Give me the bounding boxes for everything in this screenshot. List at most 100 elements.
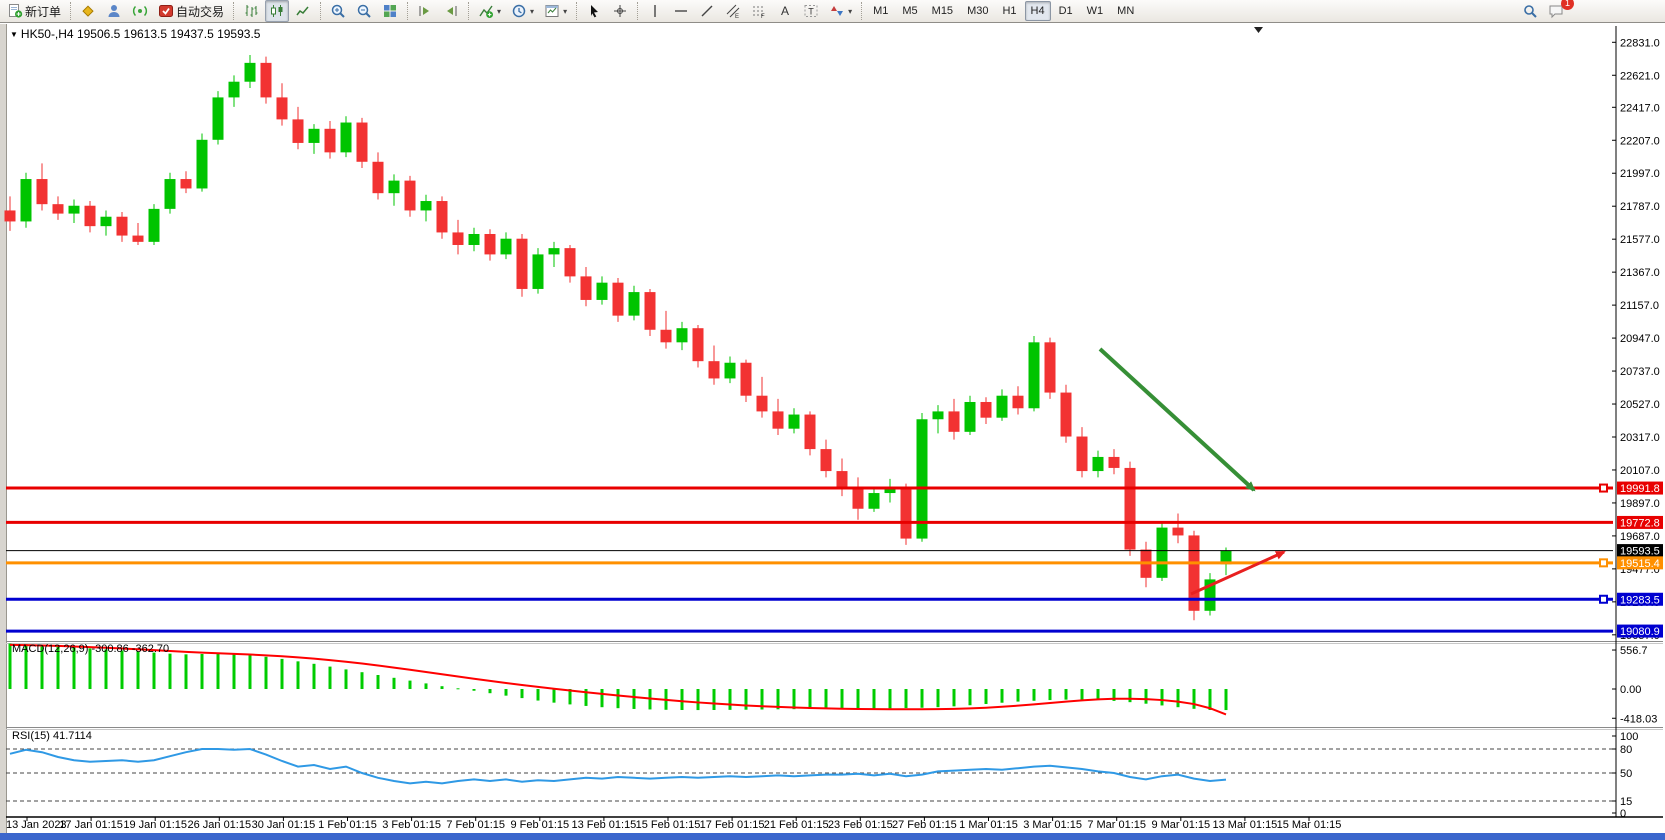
timeframe-m5-button[interactable]: M5 bbox=[896, 1, 923, 21]
templates-button[interactable]: ▾ bbox=[540, 0, 571, 22]
bar-chart-button[interactable] bbox=[239, 0, 263, 22]
candle[interactable] bbox=[517, 234, 528, 297]
line-handle[interactable] bbox=[1600, 485, 1607, 492]
timeframe-m1-button[interactable]: M1 bbox=[867, 1, 894, 21]
macd-histogram-bar bbox=[265, 657, 268, 689]
macd-histogram-bar bbox=[1177, 689, 1180, 707]
gold-diamond-icon bbox=[80, 3, 96, 19]
candle[interactable] bbox=[533, 248, 544, 294]
crosshair-button[interactable] bbox=[608, 0, 632, 22]
toolbar-separator bbox=[468, 2, 469, 20]
macd-histogram-bar bbox=[249, 655, 252, 689]
candle[interactable] bbox=[1061, 385, 1072, 443]
line-handle[interactable] bbox=[1600, 596, 1607, 603]
macd-histogram-bar bbox=[233, 654, 236, 689]
toolbar-separator bbox=[70, 2, 71, 20]
svg-text:T: T bbox=[808, 7, 814, 17]
macd-histogram-bar bbox=[473, 689, 476, 691]
macd-histogram-bar bbox=[121, 651, 124, 690]
date-tick-label: 27 Feb 01:15 bbox=[892, 819, 957, 831]
timeframe-w1-button[interactable]: W1 bbox=[1081, 1, 1110, 21]
text-label-button[interactable]: T bbox=[799, 0, 823, 22]
macd-histogram-bar bbox=[1081, 689, 1084, 700]
vertical-line-button[interactable] bbox=[643, 0, 667, 22]
trendline-button[interactable] bbox=[695, 0, 719, 22]
candle[interactable] bbox=[357, 118, 368, 168]
cursor-button[interactable] bbox=[582, 0, 606, 22]
candle[interactable] bbox=[1029, 336, 1040, 411]
vline-icon bbox=[647, 3, 663, 19]
timeframe-h1-button[interactable]: H1 bbox=[996, 1, 1022, 21]
candle[interactable] bbox=[1045, 338, 1056, 399]
fibonacci-button[interactable]: F bbox=[747, 0, 771, 22]
search-icon bbox=[1522, 3, 1538, 19]
macd-histogram-bar bbox=[345, 669, 348, 689]
candle[interactable] bbox=[21, 173, 32, 228]
date-tick-label: 23 Feb 01:15 bbox=[828, 819, 893, 831]
candle[interactable] bbox=[261, 57, 272, 104]
candle[interactable] bbox=[613, 278, 624, 322]
candle[interactable] bbox=[149, 204, 160, 245]
candle[interactable] bbox=[693, 325, 704, 367]
candle[interactable] bbox=[197, 134, 208, 192]
chevron-down-icon[interactable]: ▾ bbox=[530, 7, 534, 16]
candle[interactable] bbox=[741, 360, 752, 402]
community-button[interactable] bbox=[102, 0, 126, 22]
notification-badge: 1 bbox=[1561, 0, 1574, 10]
candle[interactable] bbox=[901, 484, 912, 545]
svg-text:19283.5: 19283.5 bbox=[1620, 594, 1660, 606]
timeframe-m30-button[interactable]: M30 bbox=[961, 1, 994, 21]
text-button[interactable]: A bbox=[773, 0, 797, 22]
macd-histogram-bar bbox=[57, 646, 60, 689]
macd-tick-label: -418.03 bbox=[1620, 713, 1657, 725]
profile-blue-icon bbox=[106, 3, 122, 19]
periods-button[interactable]: ▾ bbox=[507, 0, 538, 22]
deposit-button[interactable] bbox=[76, 0, 100, 22]
candle-chart-button[interactable] bbox=[265, 0, 289, 22]
date-tick-label: 15 Mar 01:15 bbox=[1277, 819, 1342, 831]
macd-histogram-bar bbox=[969, 689, 972, 705]
new-order-button[interactable]: 新订单 bbox=[3, 0, 65, 22]
chevron-down-icon[interactable]: ▾ bbox=[497, 7, 501, 16]
candle[interactable] bbox=[1125, 462, 1136, 556]
chart-shift-button[interactable] bbox=[439, 0, 463, 22]
timeframe-h4-button[interactable]: H4 bbox=[1025, 1, 1051, 21]
signals-button[interactable] bbox=[128, 0, 152, 22]
auto-scroll-button[interactable] bbox=[413, 0, 437, 22]
price-flag: 19080.9 bbox=[1617, 625, 1663, 639]
candle[interactable] bbox=[213, 91, 224, 144]
tile-windows-button[interactable] bbox=[378, 0, 402, 22]
arrows-button[interactable]: ▾ bbox=[825, 0, 856, 22]
notifications-button[interactable]: 1 bbox=[1544, 0, 1568, 22]
macd-histogram-bar bbox=[889, 689, 892, 708]
candle[interactable] bbox=[1157, 521, 1168, 581]
price-tick-label: 21157.0 bbox=[1620, 300, 1659, 312]
candle[interactable] bbox=[645, 289, 656, 336]
zoom-in-button[interactable] bbox=[326, 0, 350, 22]
crosshair-icon bbox=[612, 3, 628, 19]
zoom-out-button[interactable] bbox=[352, 0, 376, 22]
chevron-down-icon[interactable]: ▾ bbox=[848, 7, 852, 16]
line-handle[interactable] bbox=[1600, 559, 1607, 566]
timeframe-m15-button[interactable]: M15 bbox=[926, 1, 959, 21]
timeframe-d1-button[interactable]: D1 bbox=[1053, 1, 1079, 21]
search-button[interactable] bbox=[1518, 0, 1542, 22]
line-chart-button[interactable] bbox=[291, 0, 315, 22]
candle[interactable] bbox=[805, 411, 816, 455]
indicators-button[interactable]: ▾ bbox=[474, 0, 505, 22]
candle[interactable] bbox=[1205, 573, 1216, 615]
candle[interactable] bbox=[437, 196, 448, 238]
autotrading-button[interactable]: 自动交易 bbox=[154, 0, 228, 22]
price-chart[interactable]: 22831.022621.022417.022207.021997.021787… bbox=[0, 0, 1665, 840]
macd-histogram-bar bbox=[1049, 689, 1052, 700]
chevron-down-icon[interactable]: ▾ bbox=[563, 7, 567, 16]
horizontal-line-button[interactable] bbox=[669, 0, 693, 22]
date-tick-label: 7 Feb 01:15 bbox=[446, 819, 505, 831]
timeframe-mn-button[interactable]: MN bbox=[1111, 1, 1140, 21]
svg-text:19515.4: 19515.4 bbox=[1620, 558, 1660, 570]
chart-shift-icon bbox=[443, 3, 459, 19]
candle[interactable] bbox=[1189, 531, 1200, 620]
macd-histogram-bar bbox=[793, 689, 796, 709]
svg-text:19991.8: 19991.8 bbox=[1620, 483, 1660, 495]
channel-button[interactable]: E bbox=[721, 0, 745, 22]
